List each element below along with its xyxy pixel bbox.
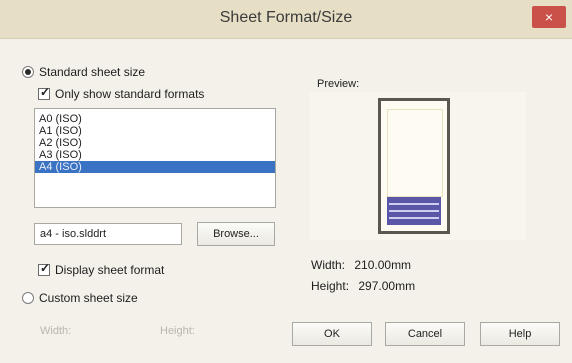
sheet-format-size-dialog: Sheet Format/Size × Standard sheet size … <box>0 0 572 363</box>
sheet-drawing-area <box>387 109 443 197</box>
sheet-preview-image <box>378 98 450 234</box>
format-list-item[interactable]: A2 (ISO) <box>35 137 275 149</box>
preview-width-row: Width: 210.00mm <box>311 258 411 272</box>
format-list-item[interactable]: A3 (ISO) <box>35 149 275 161</box>
title-block-line <box>389 217 439 219</box>
format-list[interactable]: A0 (ISO) A1 (ISO) A2 (ISO) A3 (ISO) A4 (… <box>34 108 276 208</box>
cancel-button[interactable]: Cancel <box>385 322 465 346</box>
ok-button[interactable]: OK <box>292 322 372 346</box>
preview-label: Preview: <box>317 78 360 90</box>
format-file-field[interactable]: a4 - iso.slddrt <box>34 223 182 245</box>
only-standard-formats-checkbox[interactable] <box>38 85 50 100</box>
format-list-item-selected[interactable]: A4 (ISO) <box>35 161 275 173</box>
title-block-line <box>389 210 439 212</box>
standard-sheet-size-label: Standard sheet size <box>39 65 146 79</box>
sheet-title-block <box>387 197 441 225</box>
preview-width-value: 210.00mm <box>354 258 412 272</box>
format-list-item[interactable]: A0 (ISO) <box>35 113 275 125</box>
browse-button[interactable]: Browse... <box>197 222 275 246</box>
preview-width-label: Width: <box>311 258 346 272</box>
custom-width-label: Width: <box>40 325 72 337</box>
title-block-line <box>389 203 439 205</box>
preview-height-label: Height: <box>311 279 350 293</box>
only-standard-formats-label: Only show standard formats <box>55 87 205 101</box>
only-standard-formats-option[interactable]: Only show standard formats <box>38 85 205 101</box>
display-sheet-format-label: Display sheet format <box>55 263 165 277</box>
dialog-title: Sheet Format/Size <box>219 9 353 26</box>
display-sheet-format-checkbox[interactable] <box>38 261 50 276</box>
preview-height-row: Height: 297.00mm <box>311 279 415 293</box>
standard-sheet-size-option[interactable]: Standard sheet size <box>22 65 145 79</box>
custom-sheet-size-radio[interactable] <box>22 292 34 304</box>
format-list-item[interactable]: A1 (ISO) <box>35 125 275 137</box>
custom-sheet-size-option[interactable]: Custom sheet size <box>22 291 138 305</box>
title-bar[interactable]: Sheet Format/Size × <box>0 0 572 39</box>
display-sheet-format-option[interactable]: Display sheet format <box>38 261 165 277</box>
preview-height-value: 297.00mm <box>358 279 416 293</box>
custom-height-label: Height: <box>160 325 195 337</box>
standard-sheet-size-radio[interactable] <box>22 66 34 78</box>
help-button[interactable]: Help <box>480 322 560 346</box>
close-button[interactable]: × <box>532 6 566 28</box>
custom-sheet-size-label: Custom sheet size <box>39 291 138 305</box>
